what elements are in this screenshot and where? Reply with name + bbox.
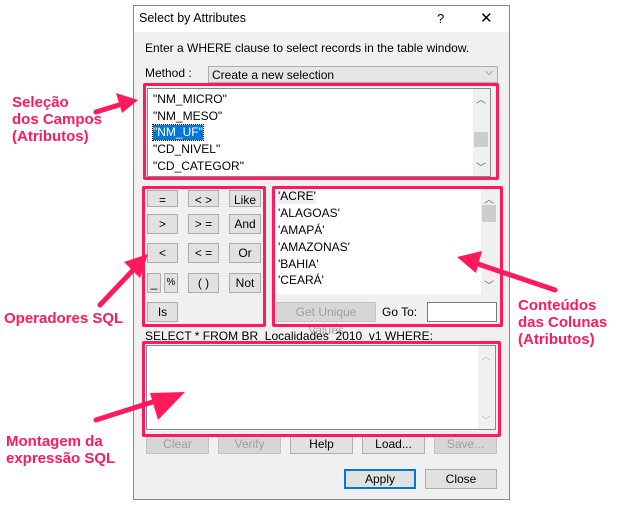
- arrowhead-icon: [116, 93, 138, 113]
- arrow-operators: [97, 265, 138, 308]
- arrowhead-icon: [457, 251, 482, 273]
- arrow-fields: [93, 101, 125, 115]
- arrowhead-icon: [150, 392, 185, 420]
- annotation-arrows: [93, 93, 558, 423]
- arrow-values: [472, 260, 558, 293]
